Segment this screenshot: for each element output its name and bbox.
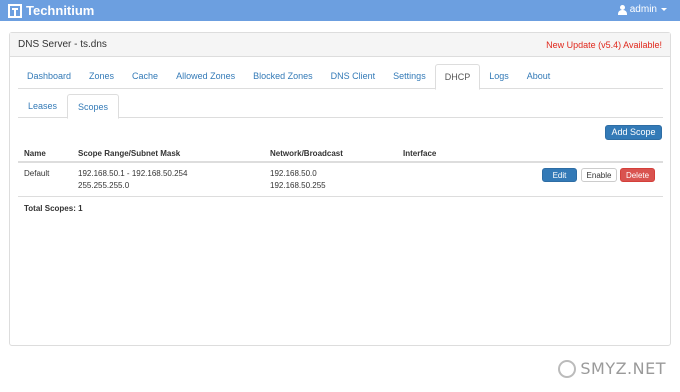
header-interface: Interface [403, 149, 437, 158]
watermark-text: SMYZ.NET [580, 359, 666, 378]
app-name: Technitium [26, 3, 95, 18]
top-navbar: Technitium admin [0, 0, 680, 21]
tab-cache[interactable]: Cache [123, 64, 167, 89]
dhcp-subtabs: Leases Scopes [18, 94, 663, 119]
tab-zones[interactable]: Zones [80, 64, 123, 89]
tab-dashboard[interactable]: Dashboard [18, 64, 80, 89]
watermark: SMYZ.NET [558, 359, 666, 378]
subtab-scopes[interactable]: Scopes [67, 94, 120, 119]
panel-header: DNS Server - ts.dns New Update (v5.4) Av… [10, 33, 670, 57]
tab-dns-client[interactable]: DNS Client [322, 64, 385, 89]
watermark-logo-icon [558, 359, 577, 378]
app-logo[interactable]: Technitium [8, 3, 94, 18]
table-row: Default 192.168.50.1 - 192.168.50.254 25… [18, 163, 663, 197]
header-network: Network/Broadcast [270, 149, 343, 158]
update-notice-link[interactable]: New Update (v5.4) Available! [546, 40, 662, 50]
technitium-logo-icon [8, 3, 22, 18]
header-scope-range: Scope Range/Subnet Mask [78, 149, 181, 158]
scope-name: Default [24, 169, 50, 178]
delete-button[interactable]: Delete [620, 168, 655, 182]
tab-logs[interactable]: Logs [480, 64, 518, 89]
subtab-leases[interactable]: Leases [18, 94, 67, 118]
broadcast-address: 192.168.50.255 [270, 181, 326, 190]
scopes-table-header: Name Scope Range/Subnet Mask Network/Bro… [18, 145, 663, 163]
total-scopes: Total Scopes: 1 [24, 204, 83, 213]
tab-dhcp[interactable]: DHCP [434, 64, 481, 90]
subnet-mask: 255.255.255.0 [78, 181, 130, 190]
tab-settings[interactable]: Settings [384, 64, 435, 89]
edit-button[interactable]: Edit [542, 168, 577, 182]
panel-title: DNS Server - ts.dns [18, 39, 107, 50]
main-tabs: Dashboard Zones Cache Allowed Zones Bloc… [18, 64, 663, 90]
dns-server-panel: DNS Server - ts.dns New Update (v5.4) Av… [9, 32, 671, 346]
add-scope-button[interactable]: Add Scope [605, 125, 662, 140]
tab-allowed-zones[interactable]: Allowed Zones [167, 64, 244, 89]
username: admin [629, 4, 657, 15]
caret-down-icon [661, 8, 667, 11]
user-menu[interactable]: admin [617, 4, 667, 15]
header-name: Name [24, 149, 46, 158]
tab-about[interactable]: About [518, 64, 560, 89]
user-icon [617, 4, 627, 15]
scope-range: 192.168.50.1 - 192.168.50.254 [78, 169, 188, 178]
enable-button[interactable]: Enable [581, 168, 617, 182]
tab-blocked-zones[interactable]: Blocked Zones [244, 64, 322, 89]
network-address: 192.168.50.0 [270, 169, 317, 178]
